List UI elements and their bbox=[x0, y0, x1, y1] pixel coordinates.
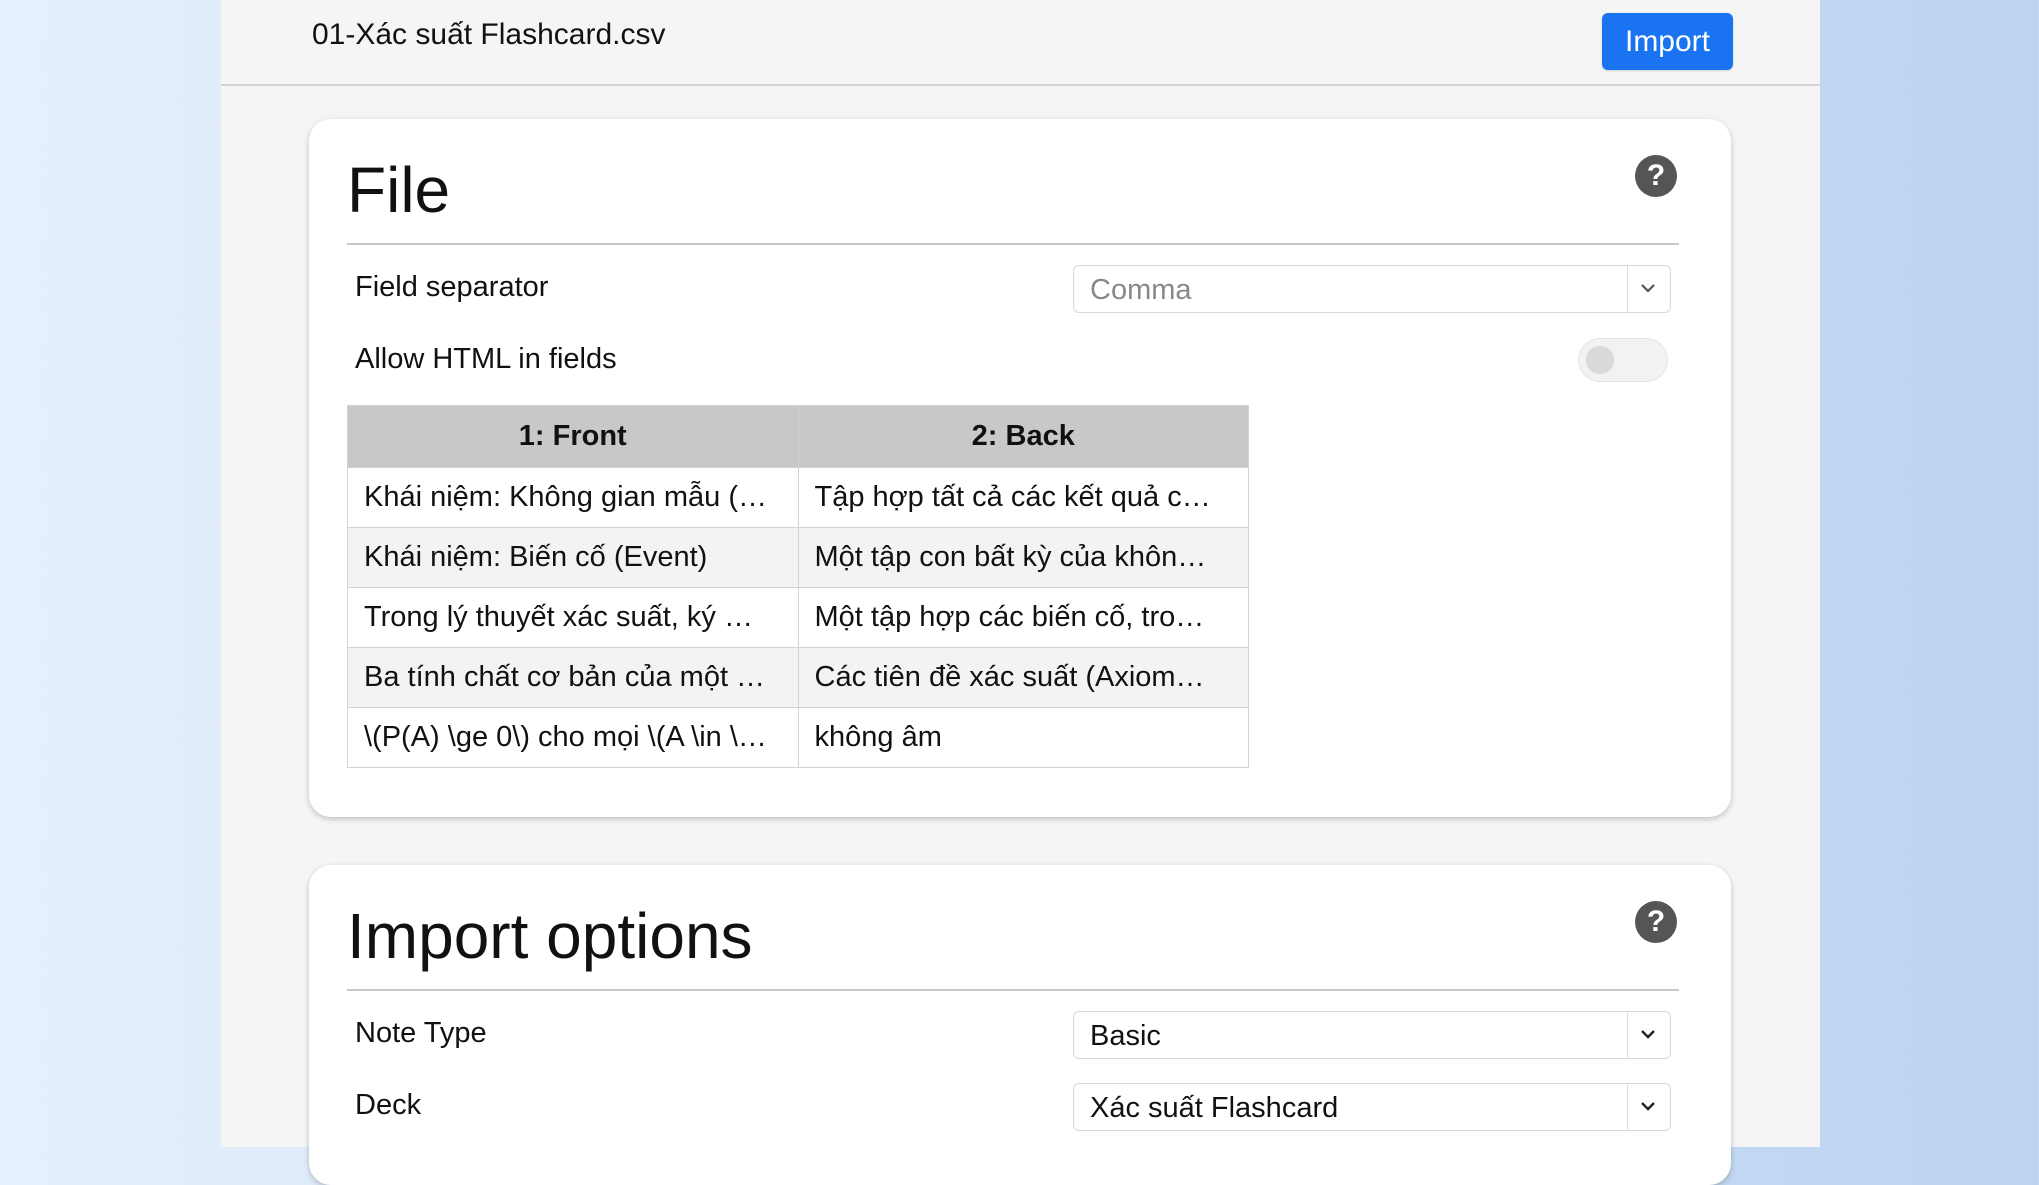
table-cell: Tập hợp tất cả các kết quả c… bbox=[797, 467, 1249, 528]
table-header-row: 1: Front 2: Back bbox=[347, 405, 1249, 468]
allow-html-label: Allow HTML in fields bbox=[355, 343, 617, 375]
select-separator bbox=[1626, 1084, 1628, 1130]
select-separator bbox=[1626, 1012, 1628, 1058]
allow-html-toggle[interactable] bbox=[1578, 338, 1668, 382]
chevron-down-icon bbox=[1641, 284, 1655, 293]
file-card: File ? Field separator Comma Allow HTML … bbox=[309, 119, 1731, 817]
table-cell: Khái niệm: Không gian mẫu (… bbox=[347, 467, 799, 528]
import-options-card: Import options ? Note Type Basic Deck Xá… bbox=[309, 865, 1731, 1185]
table-row: \(P(A) \ge 0\) cho mọi \(A \in \… không … bbox=[347, 707, 1249, 768]
file-name: 01-Xác suất Flashcard.csv bbox=[312, 18, 666, 51]
help-icon[interactable]: ? bbox=[1635, 155, 1677, 197]
column-header-front: 1: Front bbox=[347, 405, 799, 468]
import-options-title: Import options bbox=[347, 900, 753, 972]
table-row: Khái niệm: Không gian mẫu (… Tập hợp tất… bbox=[347, 467, 1249, 528]
toggle-knob bbox=[1586, 346, 1614, 374]
preview-table: 1: Front 2: Back Khái niệm: Không gian m… bbox=[347, 405, 1249, 768]
table-cell: Khái niệm: Biến cố (Event) bbox=[347, 527, 799, 588]
table-cell: Các tiên đề xác suất (Axiom… bbox=[797, 647, 1249, 708]
table-row: Trong lý thuyết xác suất, ký … Một tập h… bbox=[347, 587, 1249, 648]
help-icon[interactable]: ? bbox=[1635, 901, 1677, 943]
table-cell: Một tập hợp các biến cố, tro… bbox=[797, 587, 1249, 648]
import-button[interactable]: Import bbox=[1602, 13, 1733, 70]
table-cell: không âm bbox=[797, 707, 1249, 768]
note-type-select[interactable]: Basic bbox=[1073, 1011, 1671, 1059]
field-separator-value: Comma bbox=[1090, 274, 1192, 306]
table-row: Khái niệm: Biến cố (Event) Một tập con b… bbox=[347, 527, 1249, 588]
file-section-title: File bbox=[347, 154, 451, 226]
note-type-label: Note Type bbox=[355, 1017, 487, 1049]
chevron-down-icon bbox=[1641, 1030, 1655, 1039]
top-bar: 01-Xác suất Flashcard.csv Import bbox=[221, 0, 1820, 86]
divider bbox=[347, 989, 1679, 991]
select-separator bbox=[1626, 266, 1628, 312]
table-cell: Ba tính chất cơ bản của một … bbox=[347, 647, 799, 708]
deck-label: Deck bbox=[355, 1089, 422, 1121]
note-type-value: Basic bbox=[1090, 1020, 1161, 1052]
field-separator-select[interactable]: Comma bbox=[1073, 265, 1671, 313]
table-cell: \(P(A) \ge 0\) cho mọi \(A \in \… bbox=[347, 707, 799, 768]
column-header-back: 2: Back bbox=[797, 405, 1249, 468]
chevron-down-icon bbox=[1641, 1102, 1655, 1111]
deck-value: Xác suất Flashcard bbox=[1090, 1092, 1339, 1124]
divider bbox=[347, 243, 1679, 245]
field-separator-label: Field separator bbox=[355, 271, 549, 303]
table-cell: Trong lý thuyết xác suất, ký … bbox=[347, 587, 799, 648]
table-row: Ba tính chất cơ bản của một … Các tiên đ… bbox=[347, 647, 1249, 708]
table-cell: Một tập con bất kỳ của khôn… bbox=[797, 527, 1249, 588]
import-window: 01-Xác suất Flashcard.csv Import File ? … bbox=[221, 0, 1820, 1185]
deck-select[interactable]: Xác suất Flashcard bbox=[1073, 1083, 1671, 1131]
